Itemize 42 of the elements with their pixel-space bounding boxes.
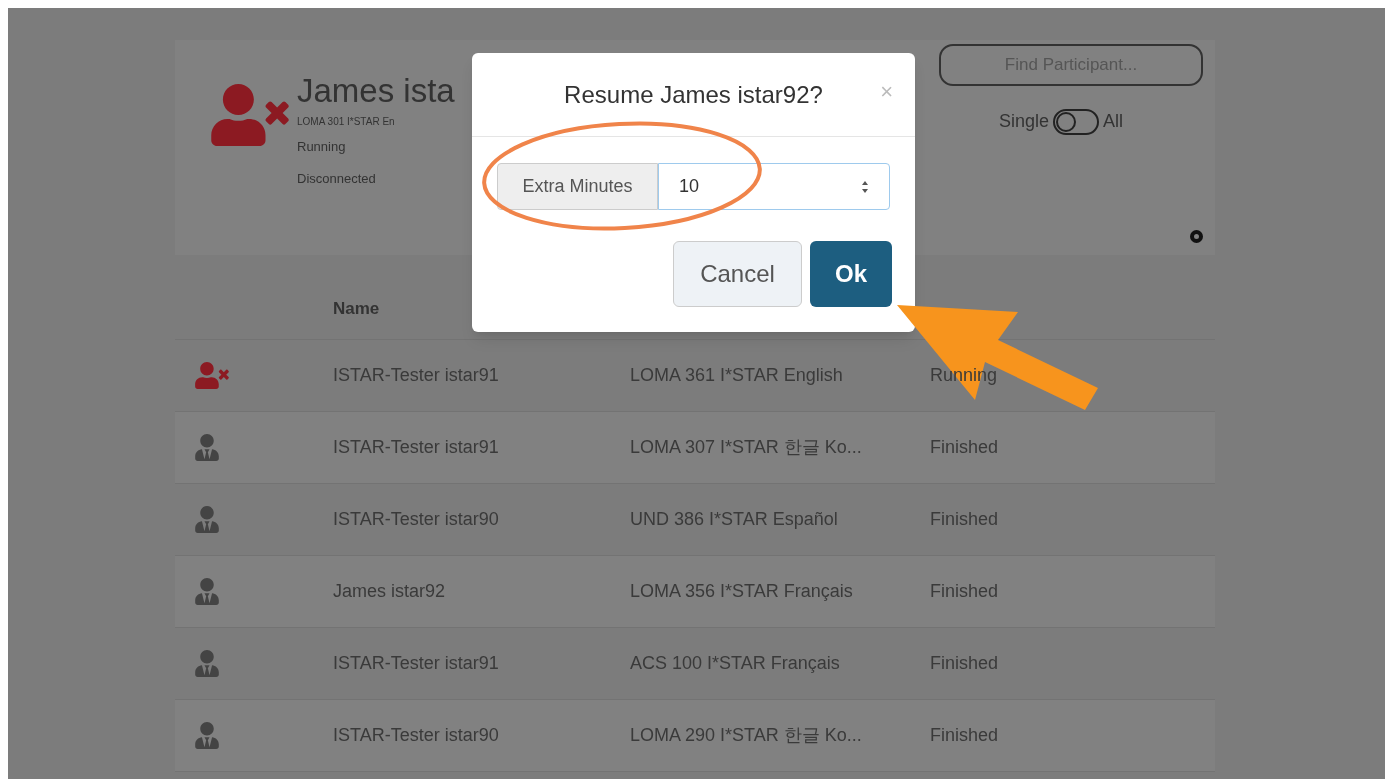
status-cell-text: Finished	[930, 652, 1000, 675]
participant-name-cell-text: ISTAR-Tester istar91	[333, 652, 500, 675]
participant-name: James ista	[297, 72, 455, 110]
participant-name-cell-text: ISTAR-Tester istar90	[333, 724, 500, 747]
spinner-icon[interactable]	[861, 179, 869, 194]
course-cell-text: LOMA 290 I*STAR 한글 Ko...	[630, 724, 863, 747]
scope-toggle[interactable]	[1053, 108, 1099, 135]
participant-name-cell-text: ISTAR-Tester istar91	[333, 364, 500, 387]
cancel-button[interactable]: Cancel	[673, 241, 802, 307]
field-label: Extra Minutes	[497, 163, 658, 210]
table-row[interactable]: ISTAR-Tester istar90 LOMA 290 I*STAR 한글 Ko... Finished	[175, 700, 1215, 772]
participant-name-cell-text: James istar92	[333, 580, 447, 603]
participant-course: LOMA 301 I*STAR En	[297, 115, 396, 129]
course-cell-text: UND 386 I*STAR Español	[630, 508, 839, 531]
dialog-title: Resume James istar92?	[564, 79, 823, 110]
column-header: Name	[333, 298, 381, 321]
toggle-label: All	[1103, 110, 1124, 133]
connection-status: Disconnected	[297, 169, 377, 188]
user-x-icon	[211, 84, 289, 146]
status-cell-text: Finished	[930, 508, 1000, 531]
status-cell-text: Finished	[930, 580, 1000, 603]
ok-button[interactable]: Ok	[810, 241, 892, 307]
user-x-icon	[195, 362, 229, 389]
user-icon	[195, 650, 219, 677]
table-row[interactable]: ISTAR-Tester istar91 LOMA 307 I*STAR 한글 Ko... Finished	[175, 412, 1215, 484]
participant-name-cell-text: ISTAR-Tester istar91	[333, 436, 500, 459]
participant-name-cell-text: ISTAR-Tester istar90	[333, 508, 500, 531]
toggle-label: Single	[998, 110, 1049, 133]
course-cell-text: ACS 100 I*STAR Français	[630, 652, 841, 675]
participant-status: Running	[297, 138, 347, 156]
status-cell-text: Finished	[930, 436, 1000, 459]
minutes-input[interactable]: 10	[658, 163, 890, 210]
close-button[interactable]: ×	[880, 75, 893, 108]
course-cell-text: LOMA 307 I*STAR 한글 Ko...	[630, 436, 863, 459]
user-icon	[195, 506, 219, 533]
user-icon	[195, 722, 219, 749]
course-cell-text: LOMA 356 I*STAR Français	[630, 580, 854, 603]
user-icon	[195, 434, 219, 461]
table-row[interactable]: James istar92 LOMA 356 I*STAR Français Finished	[175, 556, 1215, 628]
course-cell-text: LOMA 361 I*STAR English	[630, 364, 844, 387]
user-icon	[195, 578, 219, 605]
status-cell-text: Finished	[930, 724, 1000, 747]
